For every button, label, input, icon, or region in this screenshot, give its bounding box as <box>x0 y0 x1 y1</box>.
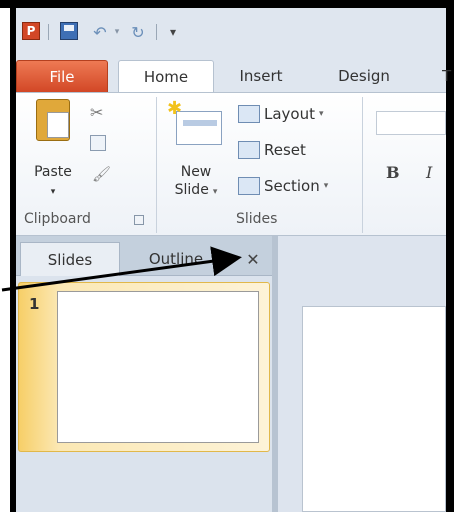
new-slide-label-line1[interactable]: New <box>166 163 226 181</box>
new-slide-label-line2[interactable]: Slide ▾ <box>166 181 226 201</box>
group-separator <box>362 97 363 233</box>
chevron-down-icon: ▾ <box>319 109 324 119</box>
clipboard-group-label: Clipboard <box>24 211 91 227</box>
current-slide-canvas[interactable] <box>302 306 446 512</box>
clipboard-launcher-icon[interactable] <box>134 215 144 225</box>
new-slide-label-text: Slide <box>174 182 209 198</box>
powerpoint-app-icon[interactable]: P <box>22 22 40 40</box>
save-icon[interactable] <box>60 22 78 40</box>
new-slide-icon[interactable] <box>167 98 222 145</box>
section-label: Section <box>264 177 320 195</box>
qat-separator <box>48 24 49 40</box>
layout-button[interactable]: Layout ▾ <box>238 105 324 123</box>
layout-icon <box>238 105 260 123</box>
reset-button[interactable]: Reset <box>238 141 306 159</box>
frame-top-border <box>0 0 454 8</box>
section-button[interactable]: Section ▾ <box>238 177 328 195</box>
ribbon-home: Paste ▾ ✂ 🖌 Clipboard New Slide▾ Layout … <box>16 92 446 236</box>
qat-separator <box>156 24 157 40</box>
customize-qat-icon[interactable]: ▾ <box>166 22 180 42</box>
reset-label: Reset <box>264 141 306 159</box>
slides-group-label: Slides <box>236 211 278 227</box>
copy-icon[interactable] <box>90 135 106 151</box>
ribbon-tabs: File Home Insert Design T <box>16 52 451 93</box>
cut-icon[interactable]: ✂ <box>90 103 106 122</box>
group-separator <box>156 97 157 233</box>
tab-transitions-partial[interactable]: T <box>442 60 452 92</box>
bold-button[interactable]: B <box>386 163 400 182</box>
paste-button-label[interactable]: Paste <box>28 163 78 181</box>
tab-insert[interactable]: Insert <box>222 60 300 92</box>
layout-label: Layout <box>264 105 315 123</box>
close-icon[interactable]: ✕ <box>242 248 264 270</box>
undo-icon[interactable]: ↶ <box>90 22 110 42</box>
italic-button[interactable]: I <box>426 163 432 182</box>
chevron-down-icon: ▾ <box>323 181 329 191</box>
paste-icon[interactable] <box>36 99 70 141</box>
slide-editing-area <box>278 236 446 512</box>
quick-access-toolbar: P ↶ ▾ ↻ ▾ <box>16 8 446 52</box>
font-name-box[interactable] <box>376 111 446 135</box>
slide-thumbnail[interactable] <box>57 291 259 443</box>
paste-dropdown-icon[interactable]: ▾ <box>46 183 60 201</box>
format-painter-icon[interactable]: 🖌 <box>92 165 111 183</box>
tab-home[interactable]: Home <box>118 60 214 93</box>
section-icon <box>238 177 260 195</box>
tab-outline[interactable]: Outline <box>126 242 226 276</box>
chevron-down-icon: ▾ <box>212 187 218 197</box>
slide-number: 1 <box>29 295 40 313</box>
tab-design[interactable]: Design <box>322 60 406 92</box>
slide-thumbnail-item[interactable]: 1 <box>18 282 270 452</box>
undo-dropdown-icon[interactable]: ▾ <box>112 22 122 42</box>
pane-tab-strip: Slides Outline ✕ <box>16 236 272 276</box>
redo-icon[interactable]: ↻ <box>128 22 148 42</box>
reset-icon <box>238 141 260 159</box>
slides-outline-pane: Slides Outline ✕ 1 <box>16 236 272 512</box>
tab-file[interactable]: File <box>16 60 108 92</box>
tab-slides[interactable]: Slides <box>20 242 120 276</box>
